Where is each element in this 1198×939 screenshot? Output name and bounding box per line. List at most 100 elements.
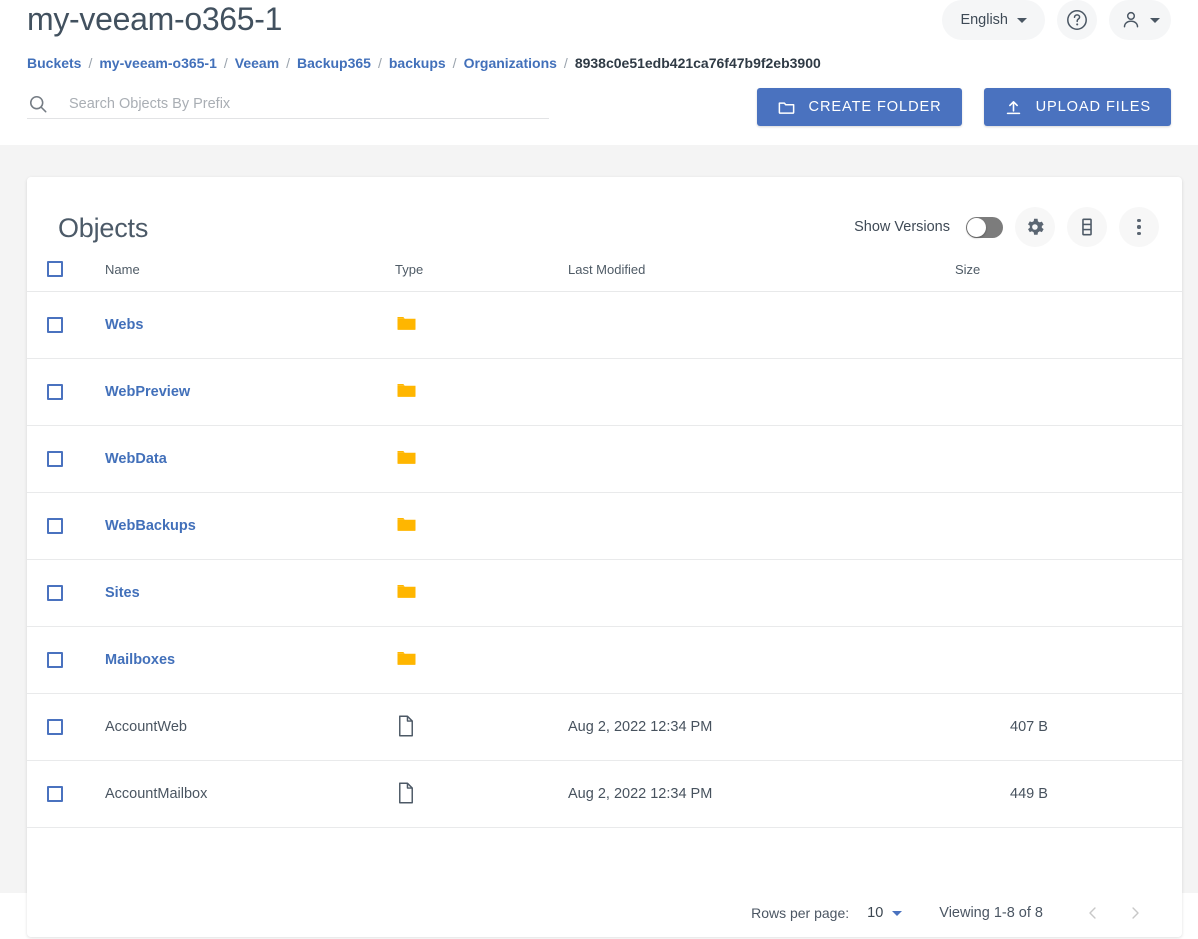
folder-icon xyxy=(397,383,416,397)
objects-title: Objects xyxy=(58,213,149,243)
row-checkbox[interactable] xyxy=(47,317,63,333)
more-options-button[interactable] xyxy=(1119,207,1159,247)
object-name[interactable]: Mailboxes xyxy=(105,652,175,668)
objects-toolbar: Show Versions xyxy=(854,207,1159,247)
row-size-cell xyxy=(955,626,1182,694)
object-name[interactable]: WebData xyxy=(105,451,167,467)
previous-page-button[interactable] xyxy=(1072,892,1114,934)
rows-per-page-label: Rows per page: xyxy=(751,905,850,921)
row-checkbox[interactable] xyxy=(47,786,63,802)
breadcrumb-separator: / xyxy=(452,55,457,71)
select-all-header xyxy=(27,261,105,292)
search-icon xyxy=(29,95,47,112)
row-size-cell: 407 B xyxy=(955,693,1182,761)
account-menu-button[interactable] xyxy=(1109,0,1171,40)
row-checkbox[interactable] xyxy=(47,451,63,467)
breadcrumb-item-backups[interactable]: backups xyxy=(389,54,446,73)
row-modified-cell xyxy=(568,626,955,694)
next-page-button[interactable] xyxy=(1114,892,1156,934)
show-versions-toggle[interactable] xyxy=(966,216,1003,238)
table-row[interactable]: WebData xyxy=(27,425,1182,493)
row-checkbox[interactable] xyxy=(47,585,63,601)
help-circle-icon xyxy=(1067,10,1087,30)
header-controls: English xyxy=(942,0,1171,40)
object-name[interactable]: WebPreview xyxy=(105,384,190,400)
row-type-cell xyxy=(395,425,568,493)
row-name-cell: Sites xyxy=(105,559,395,627)
gear-icon xyxy=(1028,218,1044,235)
table-row[interactable]: WebPreview xyxy=(27,358,1182,426)
object-last-modified: Aug 2, 2022 12:34 PM xyxy=(568,786,713,802)
row-type-cell xyxy=(395,760,568,828)
row-type-cell xyxy=(395,291,568,359)
row-select-cell xyxy=(27,760,105,828)
help-button[interactable] xyxy=(1057,0,1097,40)
table-row[interactable]: AccountWeb Aug 2, 2022 12:34 PM 407 B xyxy=(27,693,1182,761)
row-modified-cell xyxy=(568,358,955,426)
toggle-knob xyxy=(967,217,986,237)
page-header: my-veeam-o365-1 English Buckets / my-vee… xyxy=(0,0,1198,145)
header-action-buttons: CREATE FOLDER UPLOAD FILES xyxy=(756,88,1171,126)
row-checkbox[interactable] xyxy=(47,518,63,534)
row-select-cell xyxy=(27,626,105,694)
table-row[interactable]: AccountMailbox Aug 2, 2022 12:34 PM 449 B xyxy=(27,760,1182,828)
table-row[interactable]: WebBackups xyxy=(27,492,1182,560)
search-bar[interactable] xyxy=(27,89,549,119)
row-select-cell xyxy=(27,693,105,761)
row-type-cell xyxy=(395,358,568,426)
table-row[interactable]: Sites xyxy=(27,559,1182,627)
breadcrumb-item-organizations[interactable]: Organizations xyxy=(464,54,557,73)
breadcrumb-separator: / xyxy=(377,55,382,71)
rows-per-page-select[interactable]: 10 xyxy=(867,905,903,921)
column-header-size: Size xyxy=(955,261,1182,292)
objects-panel: Objects Show Versions Name Type Last Mod… xyxy=(27,177,1182,937)
chevron-right-icon xyxy=(1132,907,1139,919)
row-size-cell xyxy=(955,559,1182,627)
breadcrumb-item-buckets[interactable]: Buckets xyxy=(27,54,81,73)
row-checkbox[interactable] xyxy=(47,652,63,668)
language-selector[interactable]: English xyxy=(942,0,1045,40)
breadcrumb-item-veeam[interactable]: Veeam xyxy=(235,54,279,73)
row-modified-cell: Aug 2, 2022 12:34 PM xyxy=(568,693,955,761)
table-row[interactable]: Webs xyxy=(27,291,1182,359)
upload-files-button[interactable]: UPLOAD FILES xyxy=(983,88,1171,126)
upload-files-label: UPLOAD FILES xyxy=(1035,99,1151,115)
row-type-cell xyxy=(395,492,568,560)
object-size: 407 B xyxy=(1010,719,1048,735)
row-size-cell: 449 B xyxy=(955,760,1182,828)
row-size-cell xyxy=(955,492,1182,560)
row-select-cell xyxy=(27,559,105,627)
folder-icon xyxy=(397,651,416,665)
breadcrumb-item-bucket[interactable]: my-veeam-o365-1 xyxy=(99,54,217,73)
page-title: my-veeam-o365-1 xyxy=(27,1,283,37)
row-modified-cell xyxy=(568,559,955,627)
chevron-down-icon xyxy=(1150,17,1160,23)
folder-icon xyxy=(397,450,416,464)
row-name-cell: WebBackups xyxy=(105,492,395,560)
show-versions-label: Show Versions xyxy=(854,219,950,235)
row-name-cell: Mailboxes xyxy=(105,626,395,694)
row-size-cell xyxy=(955,358,1182,426)
create-folder-button[interactable]: CREATE FOLDER xyxy=(756,88,962,126)
breadcrumb-item-current: 8938c0e51edb421ca76f47b9f2eb3900 xyxy=(574,55,821,71)
object-name[interactable]: WebBackups xyxy=(105,518,196,534)
column-header-type: Type xyxy=(395,261,568,292)
settings-button[interactable] xyxy=(1015,207,1055,247)
row-size-cell xyxy=(955,425,1182,493)
search-input[interactable] xyxy=(69,95,549,112)
row-select-cell xyxy=(27,492,105,560)
row-type-cell xyxy=(395,559,568,627)
select-all-checkbox[interactable] xyxy=(47,261,63,277)
row-checkbox[interactable] xyxy=(47,384,63,400)
row-select-cell xyxy=(27,291,105,359)
column-header-name: Name xyxy=(105,261,395,292)
object-name[interactable]: Webs xyxy=(105,317,143,333)
row-select-cell xyxy=(27,358,105,426)
breadcrumb-separator: / xyxy=(286,55,291,71)
breadcrumb-item-backup365[interactable]: Backup365 xyxy=(297,54,371,73)
chevron-down-icon xyxy=(1017,17,1027,23)
table-row[interactable]: Mailboxes xyxy=(27,626,1182,694)
object-name[interactable]: Sites xyxy=(105,585,140,601)
storage-info-button[interactable] xyxy=(1067,207,1107,247)
row-checkbox[interactable] xyxy=(47,719,63,735)
